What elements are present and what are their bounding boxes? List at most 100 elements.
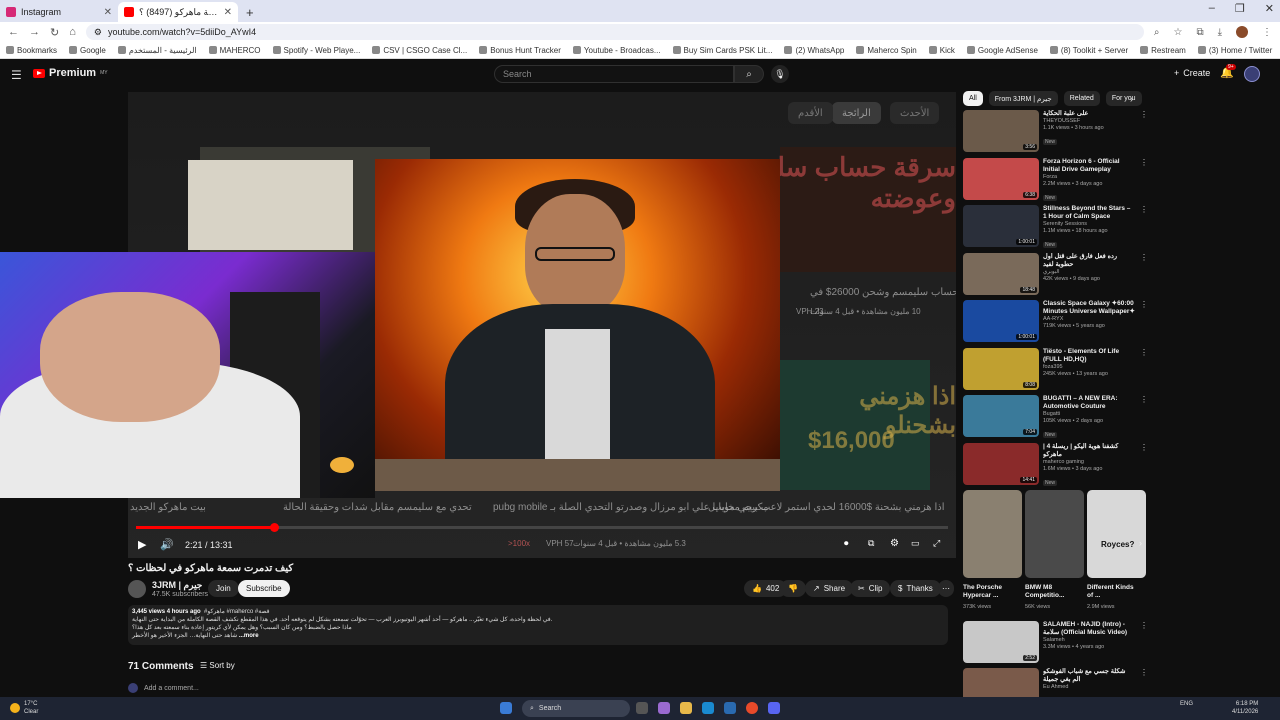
short-thumbnail[interactable] (1025, 490, 1084, 578)
downloads-icon[interactable]: ⤓ (1218, 27, 1222, 38)
channel-name[interactable]: Salameh (1043, 637, 1135, 644)
recommended-video[interactable]: 1:00:01 Stillness Beyond the Stars – 1 Ho… (963, 205, 1148, 248)
more-options-icon[interactable]: ⋮ (1140, 443, 1148, 452)
recommended-video[interactable]: 1:00:01 Classic Space Galaxy ✦60:00 Minut… (963, 300, 1148, 342)
bookmark-item[interactable]: Kick (928, 46, 955, 55)
bookmark-item[interactable]: Buy Sim Cards PSK Lit... (672, 46, 772, 55)
video-thumbnail[interactable]: 14:41 (963, 442, 1039, 485)
play-icon[interactable]: ▶ (138, 538, 146, 551)
windows-start-icon[interactable] (500, 702, 512, 714)
video-title[interactable]: شكلة جسي مع شباب الفوشكو الم بغي جميلة (1043, 668, 1135, 684)
channel-name[interactable]: البوبري (1043, 269, 1135, 276)
bookmark-item[interactable]: (8) Toolkit + Server (1049, 46, 1128, 55)
bookmark-item[interactable]: Maherco Spin (856, 46, 917, 55)
language-indicator[interactable]: ENG (1180, 701, 1193, 707)
recommended-video[interactable]: 6:38 Forza Horizon 6 - Official Initial D… (963, 157, 1148, 201)
video-thumbnail[interactable]: 7:04 (963, 395, 1039, 437)
profile-avatar[interactable] (1236, 26, 1248, 38)
video-title[interactable]: كشفنا هوية اليكو | ريسلة 4 | ماهركو (1043, 443, 1135, 459)
tab-youtube[interactable]: كيف تدمرت سمعة ماهركو (8497) ؟ ✕ (118, 2, 238, 22)
site-info-icon[interactable]: ⚙ (94, 27, 102, 38)
voice-search-button[interactable]: 🎙 (771, 65, 789, 83)
video-thumbnail[interactable]: 6:38 (963, 157, 1039, 200)
recommended-video[interactable]: 3:56 على علبة الحكاية THEYOUSSEF 1.1K views… (963, 110, 1148, 152)
create-button[interactable]: + Create (1174, 68, 1210, 78)
channel-name[interactable]: 3JRM | جيرم (152, 580, 202, 591)
recommended-video[interactable]: 8:08 Tiësto - Elements Of Life (FULL HD,H… (963, 347, 1148, 390)
chip-from-channel[interactable]: From 3JRM | جيرم (988, 91, 1058, 106)
more-options-icon[interactable]: ⋮ (1140, 668, 1148, 677)
bookmark-item[interactable]: MAHERCO (208, 46, 261, 55)
discord-icon[interactable] (768, 702, 780, 714)
short-title[interactable]: The Porsche Hypercar ... (963, 584, 1017, 600)
subscribe-button[interactable]: Subscribe (238, 580, 290, 597)
recommended-video[interactable]: 18:48 رده فعل فارق على قتل اول حطوبة لفيد… (963, 252, 1148, 295)
back-icon[interactable]: ← (8, 26, 19, 38)
bookmark-item[interactable]: (3) Home / Twitter (1197, 46, 1272, 55)
new-tab-button[interactable]: + (238, 5, 262, 22)
more-options-icon[interactable]: ⋮ (1140, 348, 1148, 357)
video-title[interactable]: Tiësto - Elements Of Life (FULL HD,HQ) (1043, 348, 1135, 364)
video-title[interactable]: رده فعل فارق على قتل اول حطوبة لفيد (1043, 253, 1135, 269)
bookmark-item[interactable]: Bonus Hunt Tracker (479, 46, 561, 55)
channel-name[interactable]: Eu Ahmed (1043, 684, 1135, 691)
search-button[interactable]: ⌕ (734, 65, 764, 83)
chevron-right-icon[interactable]: › (1130, 94, 1133, 104)
file-explorer-icon[interactable] (680, 702, 692, 714)
taskbar-search[interactable]: ⌕ Search (522, 700, 630, 717)
chevron-right-icon[interactable]: › (1139, 538, 1142, 548)
subtitles-icon[interactable]: ⧉ (868, 538, 874, 549)
more-options-icon[interactable]: ⋮ (1140, 621, 1148, 630)
video-title[interactable]: على علبة الحكاية (1043, 110, 1135, 118)
minimize-icon[interactable]: – (1209, 2, 1215, 15)
recommended-video[interactable]: 7:04 BUGATTI – A NEW ERA: Automotive Cout… (963, 395, 1148, 438)
channel-name[interactable]: Forza (1043, 174, 1135, 181)
channel-avatar[interactable] (128, 580, 146, 598)
video-thumbnail[interactable]: 1:00:01 (963, 205, 1039, 247)
bookmark-item[interactable]: Youtube - Broadcas... (572, 46, 661, 55)
notifications-button[interactable]: 🔔 9+ (1220, 64, 1236, 79)
system-clock[interactable]: 6:18 PM 4/11/2026 (1232, 700, 1258, 716)
channel-name[interactable]: Serenity Sessions (1043, 221, 1135, 228)
tab-instagram[interactable]: Instagram ✕ (0, 2, 118, 22)
channel-name[interactable]: foza395 (1043, 364, 1135, 371)
chip-for-you[interactable]: For you (1105, 91, 1142, 106)
channel-name[interactable]: THEYOUSSEF (1043, 118, 1135, 125)
volume-icon[interactable]: 🔊 (160, 538, 174, 551)
channel-name[interactable]: maherco gaming (1043, 459, 1135, 466)
maximize-icon[interactable]: ❐ (1235, 2, 1245, 15)
theater-mode-icon[interactable]: ▭ (911, 538, 920, 549)
sort-button[interactable]: ☰ Sort by (200, 661, 235, 670)
account-avatar[interactable] (1244, 66, 1260, 82)
share-button[interactable]: ↗ Share (805, 580, 854, 597)
zoom-icon[interactable]: ⌕ (1154, 27, 1160, 38)
video-thumbnail[interactable]: 18:48 (963, 252, 1039, 295)
task-view-icon[interactable] (636, 702, 648, 714)
chrome-icon[interactable] (746, 702, 758, 714)
bookmark-item[interactable]: Restream (1140, 46, 1186, 55)
more-link[interactable]: ...more (239, 633, 259, 639)
short-title[interactable]: Different Kinds of ... (1087, 584, 1141, 600)
settings-gear-icon[interactable]: ⚙ (890, 538, 899, 549)
short-thumbnail[interactable] (963, 490, 1022, 578)
recommended-video[interactable]: 2:52 SALAMEH - NAJID (Intro) - سلامة (Off… (963, 621, 1148, 663)
more-options-icon[interactable]: ⋮ (1140, 395, 1148, 404)
app-icon[interactable] (724, 702, 736, 714)
video-thumbnail[interactable]: 2:52 (963, 621, 1039, 663)
bookmark-item[interactable]: Google AdSense (966, 46, 1038, 55)
video-thumbnail[interactable]: 1:00:01 (963, 300, 1039, 342)
short-thumbnail[interactable]: Royces? (1087, 490, 1146, 578)
weather-widget[interactable]: 17°C Clear (10, 700, 38, 716)
video-thumbnail[interactable]: 3:56 (963, 110, 1039, 152)
bookmark-item[interactable]: Bookmarks (6, 46, 57, 55)
hamburger-menu-icon[interactable]: ☰ (11, 68, 22, 82)
more-options-icon[interactable]: ⋮ (1140, 110, 1148, 119)
add-comment-input[interactable]: Add a comment... (144, 685, 199, 692)
menu-dots-icon[interactable]: ⋮ (1262, 27, 1272, 38)
bookmark-item[interactable]: Google (69, 46, 106, 55)
bookmark-star-icon[interactable]: ☆ (1173, 27, 1182, 38)
video-title[interactable]: Forza Horizon 6 - Official Initial Drive… (1043, 158, 1135, 174)
home-icon[interactable]: ⌂ (69, 26, 76, 38)
description-tags[interactable]: #ماهركو #maherco #قصة (204, 609, 269, 615)
video-thumbnail[interactable]: 8:08 (963, 347, 1039, 390)
